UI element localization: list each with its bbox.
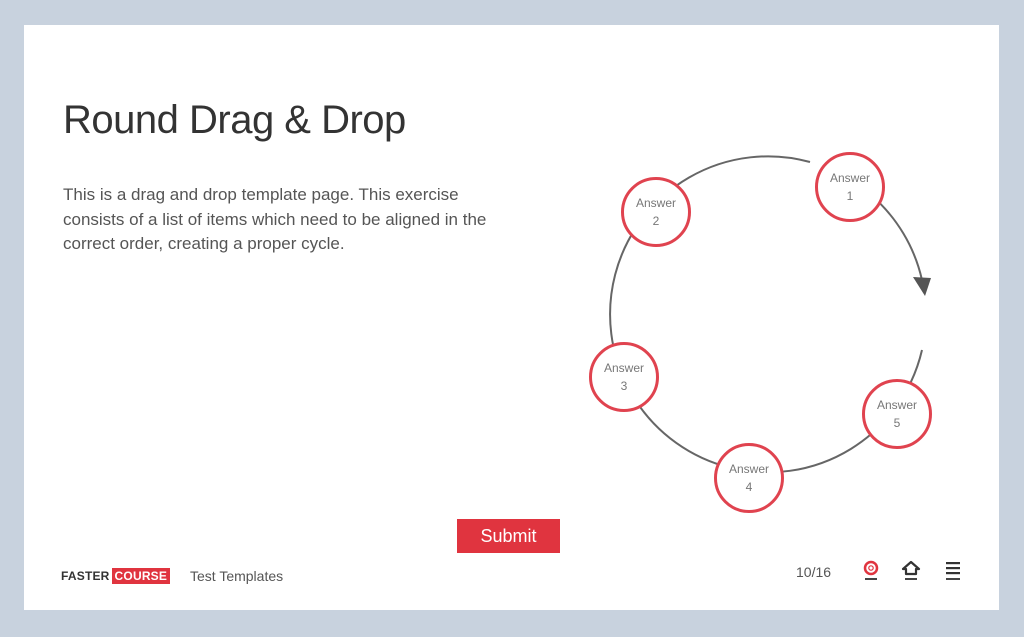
- answer-item-1[interactable]: Answer 1: [815, 152, 885, 222]
- lifebuoy-icon[interactable]: [860, 559, 882, 583]
- answer-label: Answer: [603, 361, 644, 375]
- answer-item-3[interactable]: Answer 3: [589, 342, 659, 412]
- answer-label: Answer: [635, 196, 676, 210]
- answer-number: 1: [846, 189, 854, 203]
- answer-number: 2: [652, 214, 660, 228]
- course-name: Test Templates: [190, 568, 284, 584]
- logo: FASTER COURSE: [61, 568, 171, 584]
- menu-icon[interactable]: [942, 559, 964, 583]
- cycle-arrow-icon: [913, 277, 931, 296]
- answer-number: 4: [745, 480, 753, 494]
- logo-text-course: COURSE: [111, 568, 171, 584]
- submit-button[interactable]: Submit: [457, 519, 560, 553]
- logo-text-faster: FASTER: [61, 569, 110, 583]
- cycle-arrow-arc: [870, 194, 923, 281]
- answer-label: Answer: [728, 462, 769, 476]
- answer-item-2[interactable]: Answer 2: [621, 177, 691, 247]
- answer-number: 3: [620, 379, 628, 393]
- content-card: Round Drag & Drop This is a drag and dro…: [24, 25, 999, 610]
- page-counter: 10/16: [796, 564, 832, 580]
- answer-label: Answer: [876, 398, 917, 412]
- answer-label: Answer: [829, 171, 870, 185]
- home-icon[interactable]: [900, 559, 922, 583]
- answer-item-5[interactable]: Answer 5: [862, 379, 932, 449]
- answer-number: 5: [893, 416, 901, 430]
- answer-item-4[interactable]: Answer 4: [714, 443, 784, 513]
